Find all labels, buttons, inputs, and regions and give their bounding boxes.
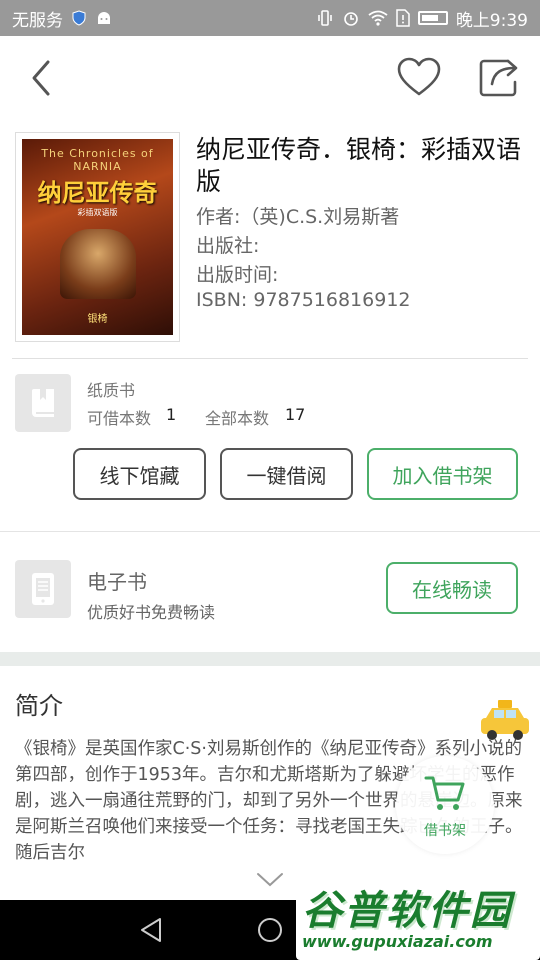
clock-time: 晚上9:39 <box>455 10 528 31</box>
ebook-icon <box>15 560 71 618</box>
nav-home-icon[interactable] <box>256 916 284 944</box>
watermark-title: 谷普软件园 <box>302 888 512 934</box>
battery-icon <box>417 11 448 25</box>
cover-art: The Chronicles of NARNIA 纳尼亚传奇 彩插双语版 银椅 <box>22 139 173 335</box>
status-bar: 无服务 晚上9:39 <box>0 0 540 36</box>
book-publisher: 出版社: <box>196 235 260 257</box>
paper-book-icon <box>15 374 71 432</box>
nav-back-icon[interactable] <box>138 916 164 944</box>
book-cover: The Chronicles of NARNIA 纳尼亚传奇 彩插双语版 银椅 <box>15 132 180 342</box>
cover-illustration <box>60 229 136 299</box>
site-watermark: 谷普软件园 www.gupuxiazai.com <box>296 876 540 960</box>
share-button[interactable] <box>478 56 522 98</box>
book-info: The Chronicles of NARNIA 纳尼亚传奇 彩插双语版 银椅 … <box>0 120 540 358</box>
total-label: 全部本数 <box>205 409 270 428</box>
section-gap <box>0 652 540 666</box>
back-icon <box>32 60 50 96</box>
ebook-title: 电子书 <box>87 570 147 594</box>
book-title: 纳尼亚传奇．银椅：彩插双语版 <box>196 135 522 196</box>
add-to-shelf-button[interactable]: 加入借书架 <box>367 448 518 500</box>
one-click-borrow-button[interactable]: 一键借阅 <box>220 448 353 500</box>
carrier-label: 无服务 <box>12 10 63 31</box>
book-author: 作者:（英)C.S.刘易斯著 <box>196 206 400 228</box>
available-count: 1 <box>166 405 177 424</box>
available-label: 可借本数 <box>87 409 152 428</box>
alarm-icon <box>342 9 360 27</box>
cover-bottom-title: 银椅 <box>87 314 108 325</box>
cover-subtitle: 彩插双语版 <box>77 208 118 217</box>
taxi-icon[interactable] <box>478 698 532 742</box>
watermark-url: www.gupuxiazai.com <box>302 932 493 951</box>
chevron-down-icon[interactable] <box>256 872 284 888</box>
shield-status-icon <box>71 10 87 26</box>
cover-title: 纳尼亚传奇 <box>37 179 158 207</box>
paper-book-section: 纸质书 可借本数 1 全部本数 17 线下馆藏 一键借阅 加入借书架 <box>0 359 540 531</box>
book-isbn: ISBN: 9787516816912 <box>196 289 411 311</box>
top-nav <box>0 36 540 120</box>
offline-collection-button[interactable]: 线下馆藏 <box>73 448 206 500</box>
ebook-description: 优质好书免费畅读 <box>87 603 216 622</box>
cover-series: The Chronicles of NARNIA <box>41 147 154 173</box>
book-cart-button[interactable]: 借书架 <box>396 756 494 854</box>
book-publish-date: 出版时间: <box>196 264 279 286</box>
read-online-button[interactable]: 在线畅读 <box>386 562 518 614</box>
heart-icon <box>397 57 441 96</box>
share-icon <box>479 59 518 97</box>
vibrate-icon <box>316 9 334 27</box>
total-count: 17 <box>285 405 306 424</box>
intro-heading: 简介 <box>15 692 63 720</box>
favorite-button[interactable] <box>396 56 442 98</box>
cart-icon <box>424 776 465 810</box>
sim-alert-icon <box>396 9 410 27</box>
ebook-section: 电子书 优质好书免费畅读 在线畅读 <box>0 532 540 652</box>
wifi-icon <box>368 10 388 26</box>
paper-type-label: 纸质书 <box>87 381 136 400</box>
cart-label: 借书架 <box>424 823 466 839</box>
android-status-icon <box>95 10 113 26</box>
back-button[interactable] <box>24 58 60 98</box>
